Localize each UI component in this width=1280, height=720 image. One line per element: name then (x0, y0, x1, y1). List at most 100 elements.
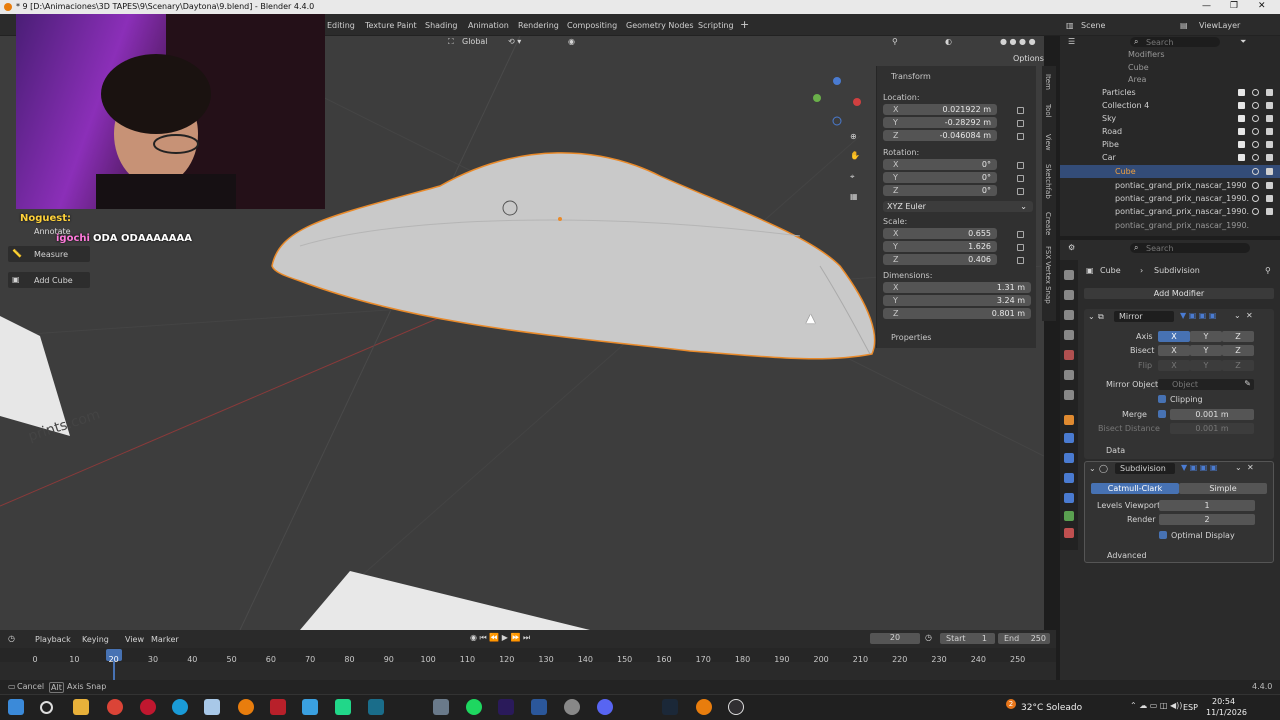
constraints-tab-icon[interactable] (1064, 493, 1074, 503)
eye-icon[interactable] (1252, 115, 1259, 122)
clock-time[interactable]: 20:54 (1212, 697, 1235, 706)
lock-icon[interactable] (1017, 244, 1024, 251)
object-tab-icon[interactable] (1064, 415, 1074, 425)
camera-icon[interactable] (1266, 154, 1273, 161)
dropdown-icon[interactable]: ⌄ (1235, 463, 1242, 472)
close-icon[interactable]: ✕ (1258, 1, 1266, 11)
end-frame-field[interactable]: End 250 (998, 633, 1050, 644)
tab-fsx-vertex-snap[interactable]: FSX Vertex Snap (1044, 246, 1052, 304)
app-icon[interactable] (433, 699, 449, 715)
current-frame-field[interactable]: 20 (870, 633, 920, 644)
minimize-icon[interactable]: — (1202, 1, 1211, 11)
add-workspace-icon[interactable]: + (740, 18, 749, 31)
chrome-icon[interactable] (107, 699, 123, 715)
playback-controls[interactable]: ◉ ⏮ ⏪ ▶ ⏩ ⏭ (470, 633, 530, 643)
blender-taskbar-icon[interactable] (696, 699, 712, 715)
mirror-name-field[interactable]: Mirror (1114, 311, 1174, 322)
lock-icon[interactable] (1017, 107, 1024, 114)
lock-icon[interactable] (1017, 120, 1024, 127)
timeline-editor-icon[interactable]: ◷ (8, 634, 15, 643)
eye-icon[interactable] (1252, 195, 1259, 202)
data-subpanel[interactable]: Data (1106, 446, 1125, 455)
bisect-x-toggle[interactable]: X (1158, 345, 1190, 356)
perspective-grid-icon[interactable]: ▦ (850, 192, 858, 201)
checkbox-icon[interactable] (1238, 141, 1245, 148)
start-frame-field[interactable]: Start 1 (940, 633, 995, 644)
outliner-row[interactable]: Pibe (1060, 138, 1280, 151)
merge-checkbox[interactable] (1158, 410, 1166, 418)
eye-icon[interactable] (1252, 168, 1259, 175)
view-layer-tab-icon[interactable] (1064, 330, 1074, 340)
camera-icon[interactable] (1266, 128, 1273, 135)
lock-icon[interactable] (1017, 257, 1024, 264)
system-tray-icons[interactable]: ⌃ ☁ ▭ ◫ ◀)) (1130, 701, 1182, 710)
camera-icon[interactable] (1266, 195, 1273, 202)
video-editor-icon[interactable] (270, 699, 286, 715)
merge-value-field[interactable]: 0.001 m (1170, 409, 1254, 420)
camera-icon[interactable] (1266, 102, 1273, 109)
tab-rendering[interactable]: Rendering (518, 21, 559, 30)
word-icon[interactable] (531, 699, 547, 715)
outliner-row[interactable]: Collection 4 (1060, 99, 1280, 112)
settings-icon[interactable] (564, 699, 580, 715)
outliner-row-selected[interactable]: Cube (1060, 165, 1280, 178)
advanced-subpanel[interactable]: Advanced (1107, 551, 1147, 560)
axis-z-toggle[interactable]: Z (1222, 331, 1254, 342)
scale-y-field[interactable]: Y 1.626 (883, 241, 997, 252)
discord-icon[interactable] (597, 699, 613, 715)
orientation-icon[interactable]: ⛶ (448, 37, 454, 47)
outliner-editor-icon[interactable]: ☰ (1068, 37, 1075, 46)
filter-icon[interactable]: ⏷ (1240, 37, 1246, 47)
chevron-down-icon[interactable]: ⌄ (1088, 312, 1095, 321)
zoom-icon[interactable]: ⊕ (850, 132, 857, 141)
bisect-y-toggle[interactable]: Y (1190, 345, 1222, 356)
outliner-row[interactable]: Sky (1060, 112, 1280, 125)
particles-tab-icon[interactable] (1064, 453, 1074, 463)
outliner-row[interactable]: pontiac_grand_prix_nascar_1990. (1060, 219, 1280, 232)
file-explorer-icon[interactable] (73, 699, 89, 715)
checkbox-icon[interactable] (1238, 154, 1245, 161)
spotify-icon[interactable] (466, 699, 482, 715)
eye-icon[interactable] (1252, 182, 1259, 189)
properties-editor-icon[interactable]: ⚙ (1068, 243, 1075, 252)
tab-sketchfab[interactable]: Sketchfab (1044, 164, 1052, 199)
outliner-row[interactable]: pontiac_grand_prix_nascar_1990 (1060, 179, 1280, 192)
camera-icon[interactable] (1266, 208, 1273, 215)
camera-icon[interactable] (1266, 141, 1273, 148)
location-x-field[interactable]: X 0.021922 m (883, 104, 997, 115)
tab-view[interactable]: View (1044, 134, 1052, 151)
scene-name[interactable]: Scene (1081, 21, 1105, 30)
tab-create[interactable]: Create (1044, 212, 1052, 235)
eye-icon[interactable] (1252, 141, 1259, 148)
eye-icon[interactable] (1252, 128, 1259, 135)
camera-icon[interactable] (1266, 168, 1273, 175)
checkbox-icon[interactable] (1238, 128, 1245, 135)
clock-date[interactable]: 11/1/2026 (1206, 708, 1247, 717)
clipping-checkbox[interactable] (1158, 395, 1166, 403)
scale-z-field[interactable]: Z 0.406 (883, 254, 997, 265)
levels-viewport-field[interactable]: 1 (1159, 500, 1255, 511)
tab-tool[interactable]: Tool (1044, 104, 1052, 118)
orientation-select[interactable]: Global (462, 37, 488, 46)
collection-tab-icon[interactable] (1064, 390, 1074, 400)
view-layer-name[interactable]: ViewLayer (1199, 21, 1240, 30)
eye-icon[interactable] (1252, 208, 1259, 215)
dimensions-z-field[interactable]: Z 0.801 m (883, 308, 1031, 319)
edit-mode-toggle-icon[interactable]: ▼ ▣ ▣ ▣ (1181, 463, 1217, 472)
tab-shading[interactable]: Shading (425, 21, 458, 30)
optimal-display-checkbox[interactable] (1159, 531, 1167, 539)
lock-icon[interactable] (1017, 133, 1024, 140)
shading-solid-icon[interactable]: ● ● ● ● (1000, 37, 1036, 46)
render-levels-field[interactable]: 2 (1159, 514, 1255, 525)
world-tab-icon[interactable] (1064, 370, 1074, 380)
simple-toggle[interactable]: Simple (1179, 483, 1267, 494)
camera-icon[interactable] (1266, 115, 1273, 122)
gizmo-toggle-icon[interactable]: ⚲ (892, 37, 898, 46)
app-icon[interactable] (204, 699, 220, 715)
camera-icon[interactable] (1266, 182, 1273, 189)
maximize-icon[interactable]: ❐ (1230, 1, 1238, 11)
axis-x-toggle[interactable]: X (1158, 331, 1190, 342)
properties-subpanel[interactable]: Properties (891, 333, 931, 342)
rotation-x-field[interactable]: X 0° (883, 159, 997, 170)
rotation-z-field[interactable]: Z 0° (883, 185, 997, 196)
